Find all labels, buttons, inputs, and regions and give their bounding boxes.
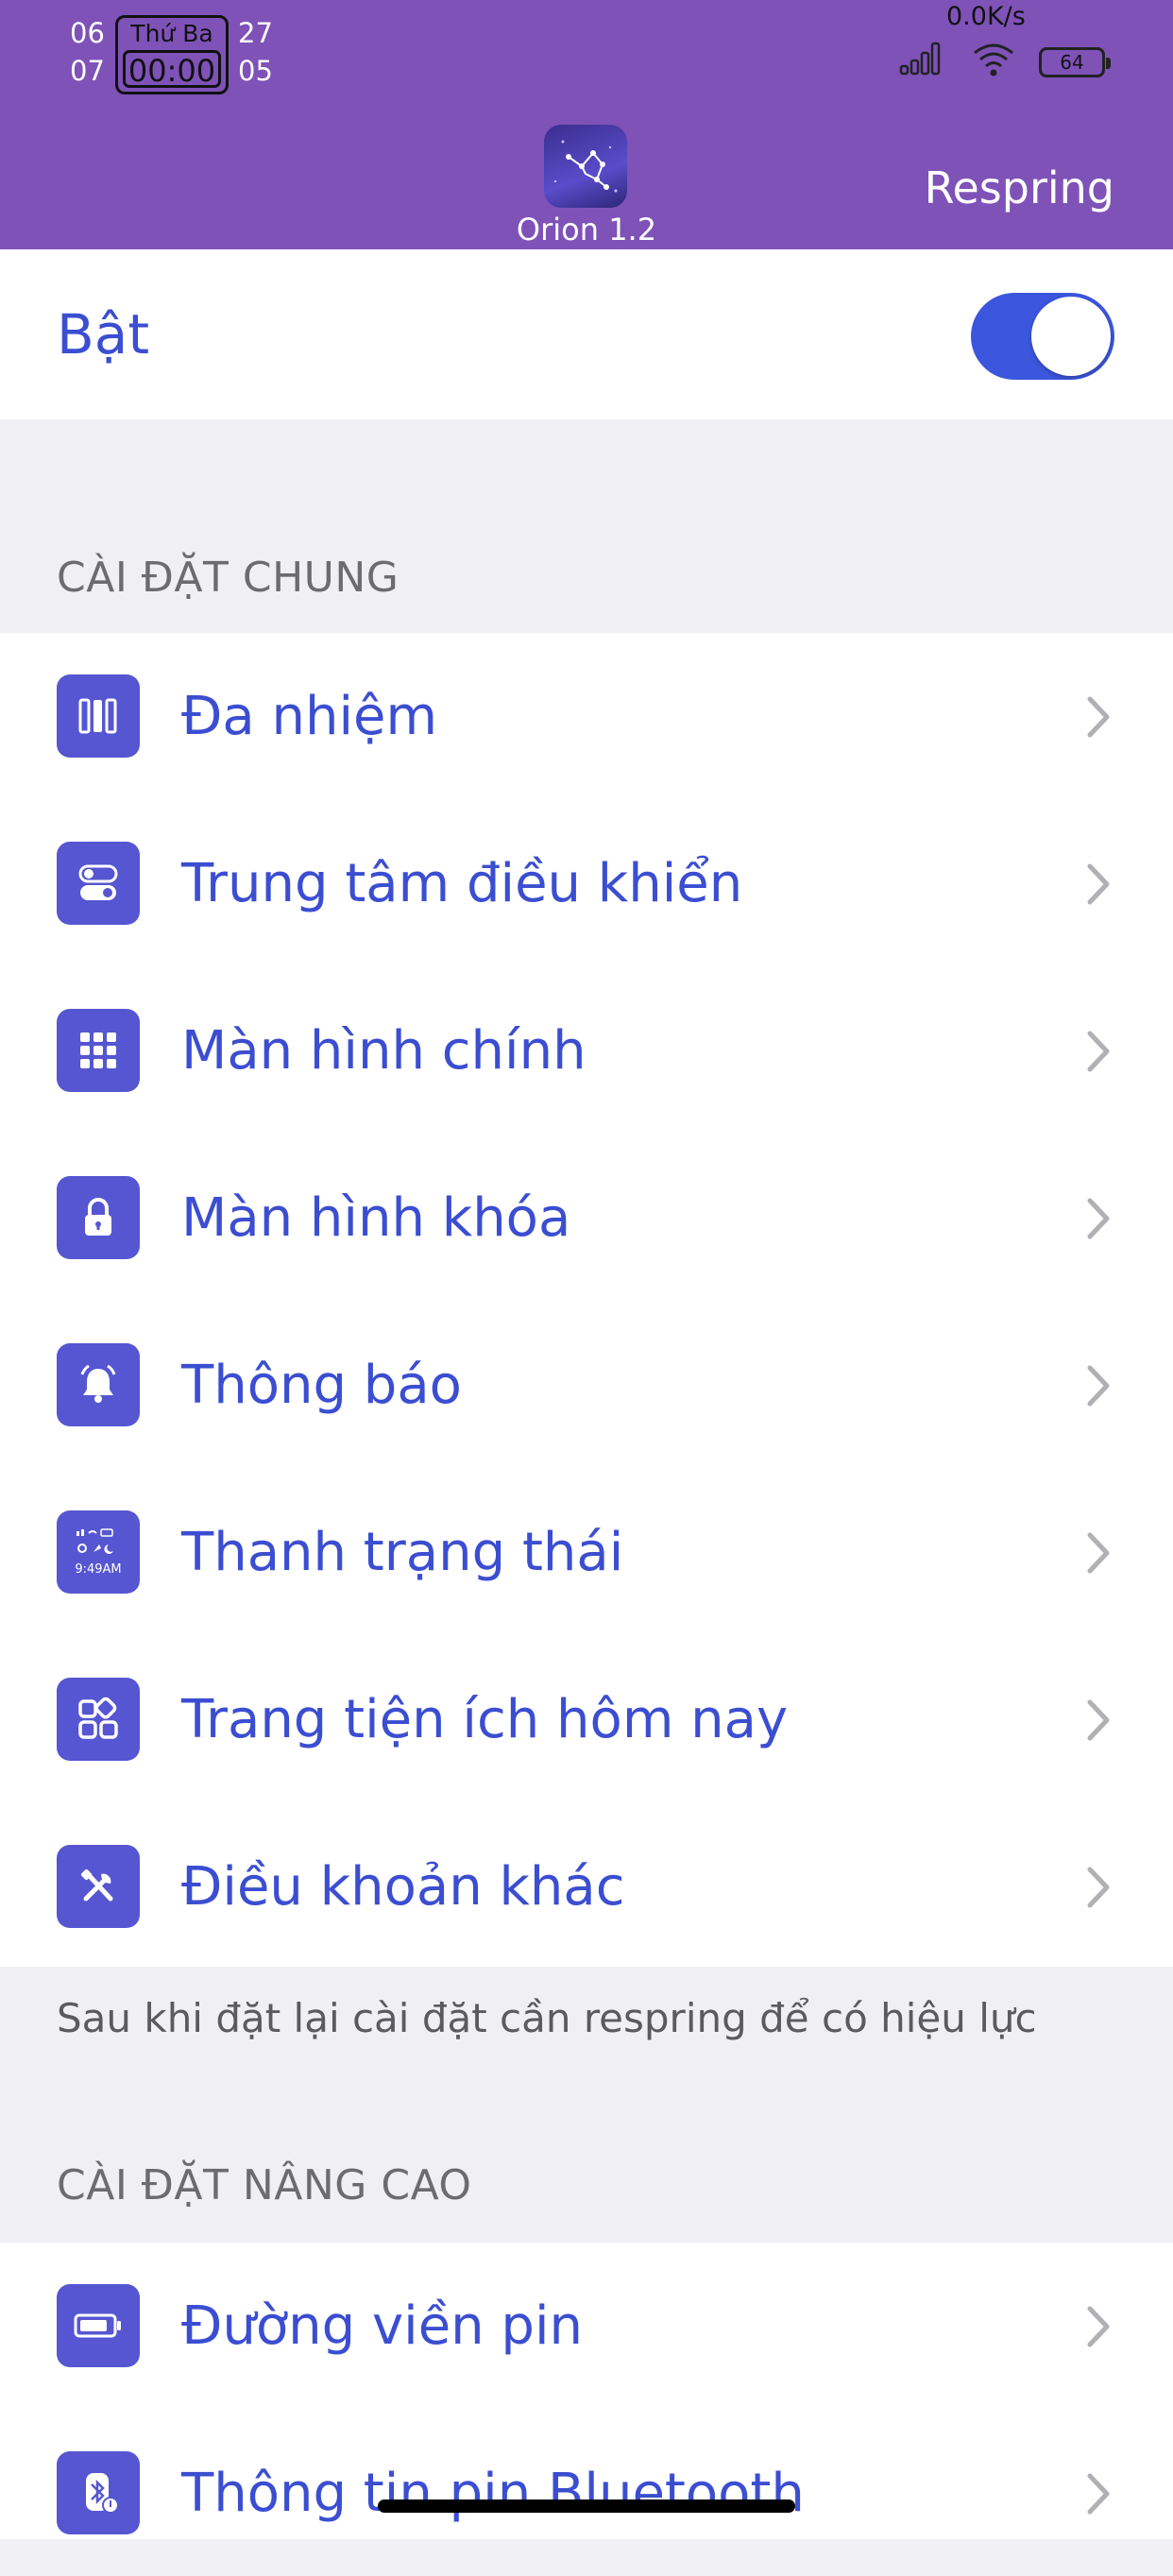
clock-time: 00:00 [123,50,221,89]
clock-day: Thứ Ba [130,20,213,47]
cellular-signal-icon [899,42,941,76]
chevron-right-icon [1087,1532,1110,1574]
tools-icon [57,1845,140,1928]
battery-border-icon [57,2284,140,2367]
chevron-right-icon [1087,2473,1110,2515]
general-settings-group: Đa nhiệm Trung tâm điều khiển Màn hình c… [0,633,1173,1967]
network-speed: 0.0K/s [946,2,1026,31]
switch-knob [1031,297,1111,376]
row-label: Điều khoản khác [181,1856,625,1918]
row-label: Màn hình chính [181,1020,586,1082]
row-label: Đường viền pin [181,2295,584,2357]
chevron-right-icon [1087,863,1110,905]
top-bar: 06 07 Thứ Ba 00:00 27 05 0.0K/s 64 Orion… [0,0,1173,249]
row-battery-border[interactable]: Đường viền pin [0,2243,1173,2409]
chevron-right-icon [1087,2306,1110,2347]
control-center-icon [57,842,140,925]
enable-switch[interactable] [971,293,1114,380]
section-header-advanced: CÀI ĐẶT NÂNG CAO [57,2161,472,2209]
home-grid-icon [57,1009,140,1092]
row-notifications[interactable]: Thông báo [0,1302,1173,1468]
status-clock-widget: 06 07 Thứ Ba 00:00 27 05 [70,15,287,96]
row-bluetooth-battery[interactable]: Thông tin pin Bluetooth [0,2410,1173,2576]
wifi-icon [974,43,1013,77]
chevron-right-icon [1087,1867,1110,1908]
chevron-right-icon [1087,1699,1110,1741]
enable-label: Bật [57,302,150,367]
row-home-screen[interactable]: Màn hình chính [0,967,1173,1134]
status-number: 27 [238,17,273,49]
respring-button[interactable]: Respring [925,162,1114,213]
row-control-center[interactable]: Trung tâm điều khiển [0,800,1173,966]
app-logo [544,125,627,208]
app-title: Orion 1.2 [516,212,657,247]
status-number: 06 [70,17,105,49]
status-bar-icon-time: 9:49AM [75,1562,121,1577]
row-label: Trang tiện ích hôm nay [181,1689,789,1750]
widgets-icon [57,1678,140,1761]
battery-tip [1106,58,1111,69]
lock-icon [57,1176,140,1259]
row-multitasking[interactable]: Đa nhiệm [0,633,1173,799]
row-label: Thông báo [181,1355,462,1416]
battery-level: 64 [1060,51,1084,74]
row-label: Thanh trạng thái [181,1522,624,1583]
row-other-terms[interactable]: Điều khoản khác [0,1803,1173,1970]
bell-icon [57,1343,140,1426]
multitask-icon [57,674,140,758]
enable-row: Bật [0,249,1173,419]
row-label: Trung tâm điều khiển [181,853,743,914]
home-indicator[interactable] [378,2499,795,2513]
status-number: 05 [238,55,273,87]
row-status-bar[interactable]: 9:49AM Thanh trạng thái [0,1469,1173,1635]
row-label: Thông tin pin Bluetooth [181,2463,805,2524]
status-bar-icon: 9:49AM [57,1510,140,1594]
chevron-right-icon [1087,696,1110,738]
constellation-icon [553,140,618,193]
row-label: Đa nhiệm [181,686,438,747]
row-today-widgets[interactable]: Trang tiện ích hôm nay [0,1636,1173,1802]
advanced-settings-group: Đường viền pin Thông tin pin Bluetooth [0,2243,1173,2539]
status-number: 07 [70,55,105,87]
chevron-right-icon [1087,1031,1110,1072]
row-lock-screen[interactable]: Màn hình khóa [0,1134,1173,1301]
respring-note: Sau khi đặt lại cài đặt cần respring để … [57,1995,1037,2041]
chevron-right-icon [1087,1198,1110,1239]
clock-box: Thứ Ba 00:00 [115,15,229,94]
bluetooth-battery-icon [57,2451,140,2534]
section-header-general: CÀI ĐẶT CHUNG [57,554,400,602]
chevron-right-icon [1087,1365,1110,1407]
battery-indicator: 64 [1039,47,1111,77]
row-label: Màn hình khóa [181,1187,571,1249]
